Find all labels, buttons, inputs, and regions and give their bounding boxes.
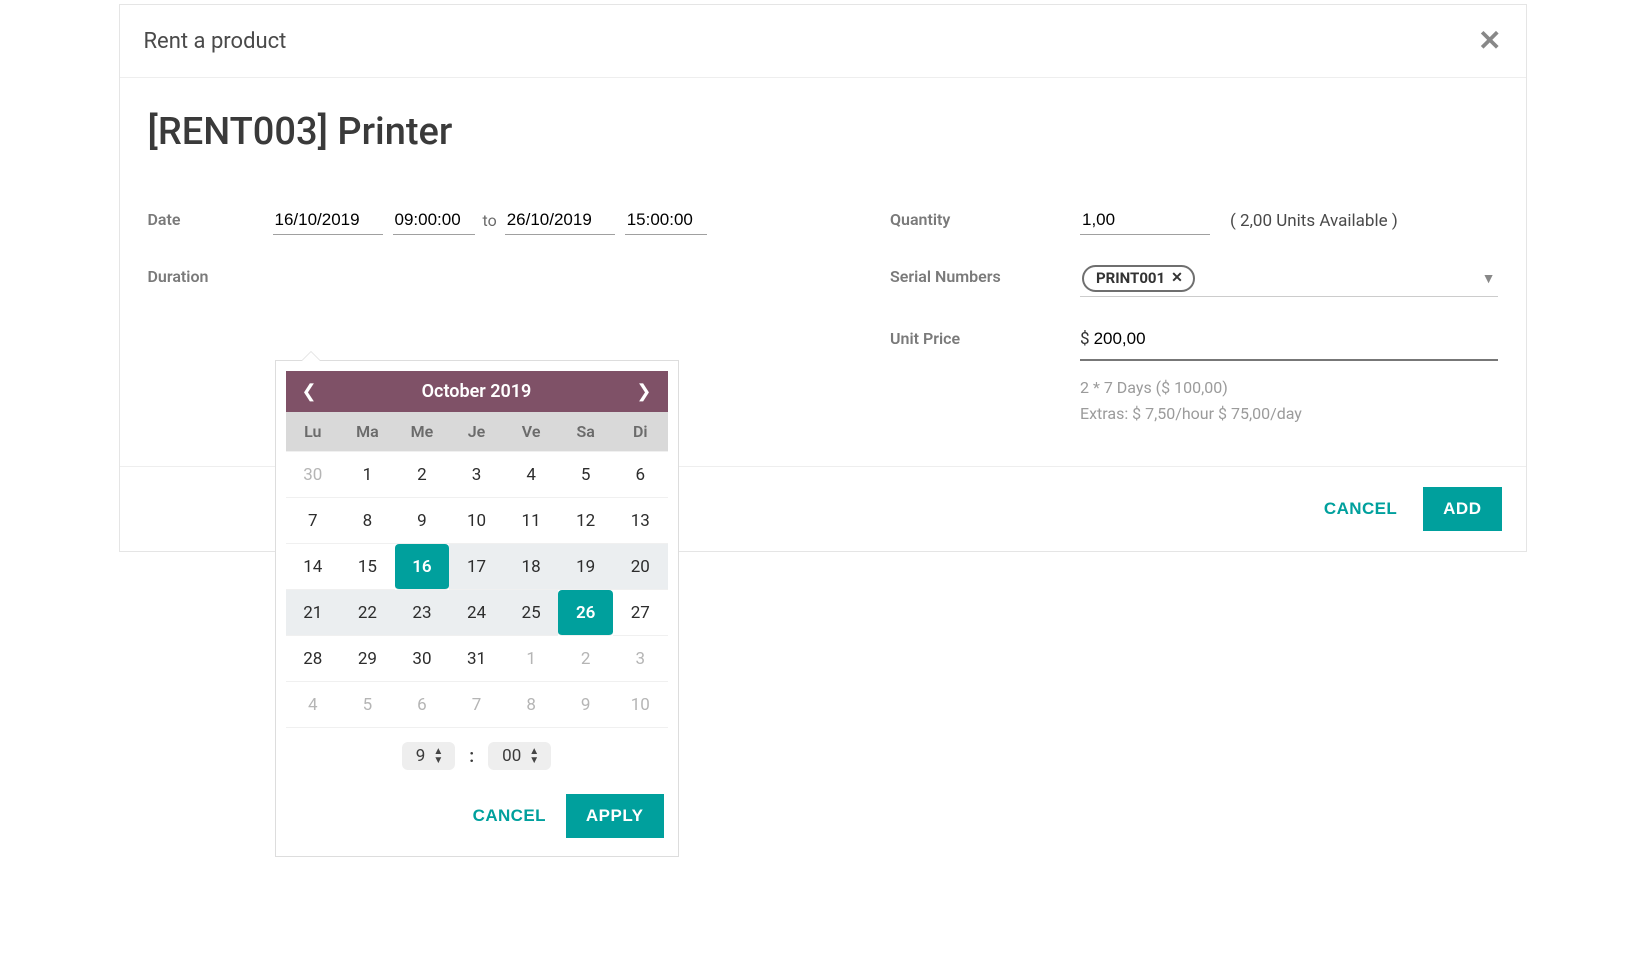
price-breakdown-line2: Extras: $ 7,50/hour $ 75,00/day: [1080, 401, 1498, 427]
dp-apply-button[interactable]: APPLY: [566, 794, 664, 838]
calendar-day[interactable]: 17: [449, 544, 504, 590]
price-breakdown: 2 * 7 Days ($ 100,00) Extras: $ 7,50/hou…: [1080, 375, 1498, 426]
dp-cancel-button[interactable]: CANCEL: [473, 806, 546, 826]
calendar-day[interactable]: 2: [395, 452, 450, 498]
dow-header: Sa: [558, 412, 613, 452]
to-time-input[interactable]: [625, 206, 707, 235]
calendar-day[interactable]: 30: [286, 452, 341, 498]
hour-value: 9: [416, 746, 426, 766]
calendar-day[interactable]: 27: [613, 590, 668, 636]
calendar-day[interactable]: 5: [558, 452, 613, 498]
calendar-day[interactable]: 3: [449, 452, 504, 498]
calendar-day[interactable]: 7: [286, 498, 341, 544]
modal-header: Rent a product ✕: [120, 5, 1526, 78]
from-date-input[interactable]: [273, 206, 383, 235]
calendar-day[interactable]: 31: [449, 636, 504, 682]
dow-header: Me: [395, 412, 450, 452]
calendar-day[interactable]: 1: [340, 452, 395, 498]
calendar-day[interactable]: 4: [504, 452, 559, 498]
quantity-label: Quantity: [890, 206, 1080, 229]
datepicker-popover: ❮ October 2019 ❯ LuMaMeJeVeSaDi301234567…: [275, 360, 679, 857]
currency-symbol: $: [1080, 329, 1090, 349]
calendar-day[interactable]: 28: [286, 636, 341, 682]
product-title: [RENT003] Printer: [148, 110, 1498, 154]
dow-header: Lu: [286, 412, 341, 452]
dow-header: Je: [449, 412, 504, 452]
calendar-day[interactable]: 3: [613, 636, 668, 682]
rent-product-modal: Rent a product ✕ [RENT003] Printer Date …: [119, 4, 1527, 552]
next-month-icon[interactable]: ❯: [636, 381, 651, 402]
dow-header: Di: [613, 412, 668, 452]
calendar-day[interactable]: 5: [340, 682, 395, 728]
calendar-day[interactable]: 10: [613, 682, 668, 728]
calendar-day[interactable]: 23: [395, 590, 450, 636]
calendar-day[interactable]: 8: [340, 498, 395, 544]
calendar-day[interactable]: 19: [558, 544, 613, 590]
tag-remove-icon[interactable]: ✕: [1171, 270, 1183, 286]
to-label: to: [483, 211, 497, 230]
calendar-day[interactable]: 29: [340, 636, 395, 682]
calendar-day[interactable]: 1: [504, 636, 559, 682]
datepicker-header: ❮ October 2019 ❯: [286, 371, 668, 412]
price-breakdown-line1: 2 * 7 Days ($ 100,00): [1080, 375, 1498, 401]
minute-spinner[interactable]: 00 ▲▼: [488, 742, 551, 770]
minute-stepper-icon[interactable]: ▲▼: [529, 747, 539, 765]
quantity-input[interactable]: [1080, 206, 1210, 235]
calendar-day[interactable]: 16: [395, 544, 450, 590]
modal-body: [RENT003] Printer Date to Duration: [120, 78, 1526, 466]
calendar-day[interactable]: 21: [286, 590, 341, 636]
prev-month-icon[interactable]: ❮: [302, 381, 317, 402]
calendar-day[interactable]: 14: [286, 544, 341, 590]
date-label: Date: [148, 206, 273, 229]
from-time-input[interactable]: [393, 206, 475, 235]
calendar-day[interactable]: 7: [449, 682, 504, 728]
calendar-day[interactable]: 6: [613, 452, 668, 498]
calendar-day[interactable]: 13: [613, 498, 668, 544]
dow-header: Ma: [340, 412, 395, 452]
calendar-day[interactable]: 15: [340, 544, 395, 590]
hour-stepper-icon[interactable]: ▲▼: [433, 747, 443, 765]
calendar-day[interactable]: 12: [558, 498, 613, 544]
serial-tag-text: PRINT001: [1096, 269, 1165, 287]
calendar-day[interactable]: 11: [504, 498, 559, 544]
calendar-day[interactable]: 8: [504, 682, 559, 728]
time-colon: :: [469, 746, 474, 767]
calendar-day[interactable]: 25: [504, 590, 559, 636]
quantity-available: ( 2,00 Units Available ): [1230, 211, 1398, 231]
add-button[interactable]: ADD: [1423, 487, 1501, 531]
calendar-day[interactable]: 24: [449, 590, 504, 636]
duration-label: Duration: [148, 263, 273, 286]
calendar-day[interactable]: 20: [613, 544, 668, 590]
calendar-day[interactable]: 10: [449, 498, 504, 544]
serial-tag[interactable]: PRINT001 ✕: [1082, 265, 1195, 292]
serial-numbers-input[interactable]: PRINT001 ✕ ▼: [1080, 263, 1498, 297]
calendar-day[interactable]: 18: [504, 544, 559, 590]
datepicker-footer: CANCEL APPLY: [276, 780, 678, 856]
unit-price-input[interactable]: [1092, 325, 1498, 353]
calendar-day[interactable]: 9: [558, 682, 613, 728]
modal-title: Rent a product: [144, 29, 287, 54]
unit-price-label: Unit Price: [890, 325, 1080, 348]
serial-numbers-label: Serial Numbers: [890, 263, 1080, 286]
datepicker-grid: LuMaMeJeVeSaDi30123456789101112131415161…: [276, 412, 678, 728]
calendar-day[interactable]: 9: [395, 498, 450, 544]
to-date-input[interactable]: [505, 206, 615, 235]
hour-spinner[interactable]: 9 ▲▼: [402, 742, 455, 770]
minute-value: 00: [502, 746, 521, 766]
calendar-day[interactable]: 4: [286, 682, 341, 728]
calendar-day[interactable]: 26: [558, 590, 613, 636]
month-label: October 2019: [422, 381, 532, 402]
calendar-day[interactable]: 30: [395, 636, 450, 682]
dow-header: Ve: [504, 412, 559, 452]
chevron-down-icon[interactable]: ▼: [1482, 270, 1496, 287]
calendar-day[interactable]: 22: [340, 590, 395, 636]
time-selector: 9 ▲▼ : 00 ▲▼: [276, 728, 678, 780]
cancel-button[interactable]: CANCEL: [1324, 499, 1397, 519]
calendar-day[interactable]: 6: [395, 682, 450, 728]
calendar-day[interactable]: 2: [558, 636, 613, 682]
close-icon[interactable]: ✕: [1478, 27, 1501, 55]
